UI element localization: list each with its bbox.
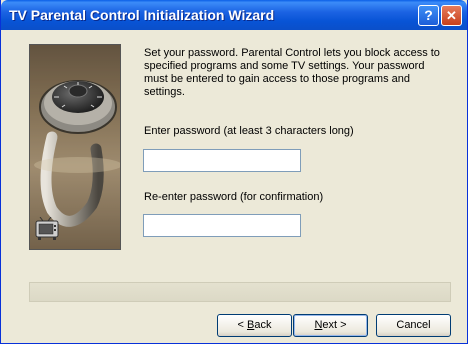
help-icon: ?: [424, 7, 433, 23]
password-field[interactable]: [143, 149, 301, 172]
cancel-button[interactable]: Cancel: [376, 314, 451, 337]
intro-text: Set your password. Parental Control lets…: [144, 47, 440, 98]
progress-bar: [29, 282, 451, 302]
close-icon: ✕: [446, 8, 457, 23]
back-label-rest: ack: [254, 319, 272, 331]
help-button[interactable]: ?: [418, 5, 439, 26]
next-label-rest: ext >: [322, 319, 347, 331]
wizard-window: TV Parental Control Initialization Wizar…: [0, 0, 468, 344]
back-prefix: <: [237, 319, 247, 331]
confirm-password-field[interactable]: [143, 214, 301, 237]
confirm-password-label: Re-enter password (for confirmation): [144, 191, 324, 203]
password-label: Enter password (at least 3 characters lo…: [144, 125, 354, 137]
window-title: TV Parental Control Initialization Wizar…: [9, 7, 275, 23]
tv-icon: [35, 217, 59, 240]
back-button[interactable]: < Back: [217, 314, 292, 337]
close-button[interactable]: ✕: [441, 5, 462, 26]
next-button[interactable]: Next >: [293, 314, 368, 337]
title-bar[interactable]: TV Parental Control Initialization Wizar…: [1, 0, 467, 30]
padlock-photo: [29, 44, 121, 250]
